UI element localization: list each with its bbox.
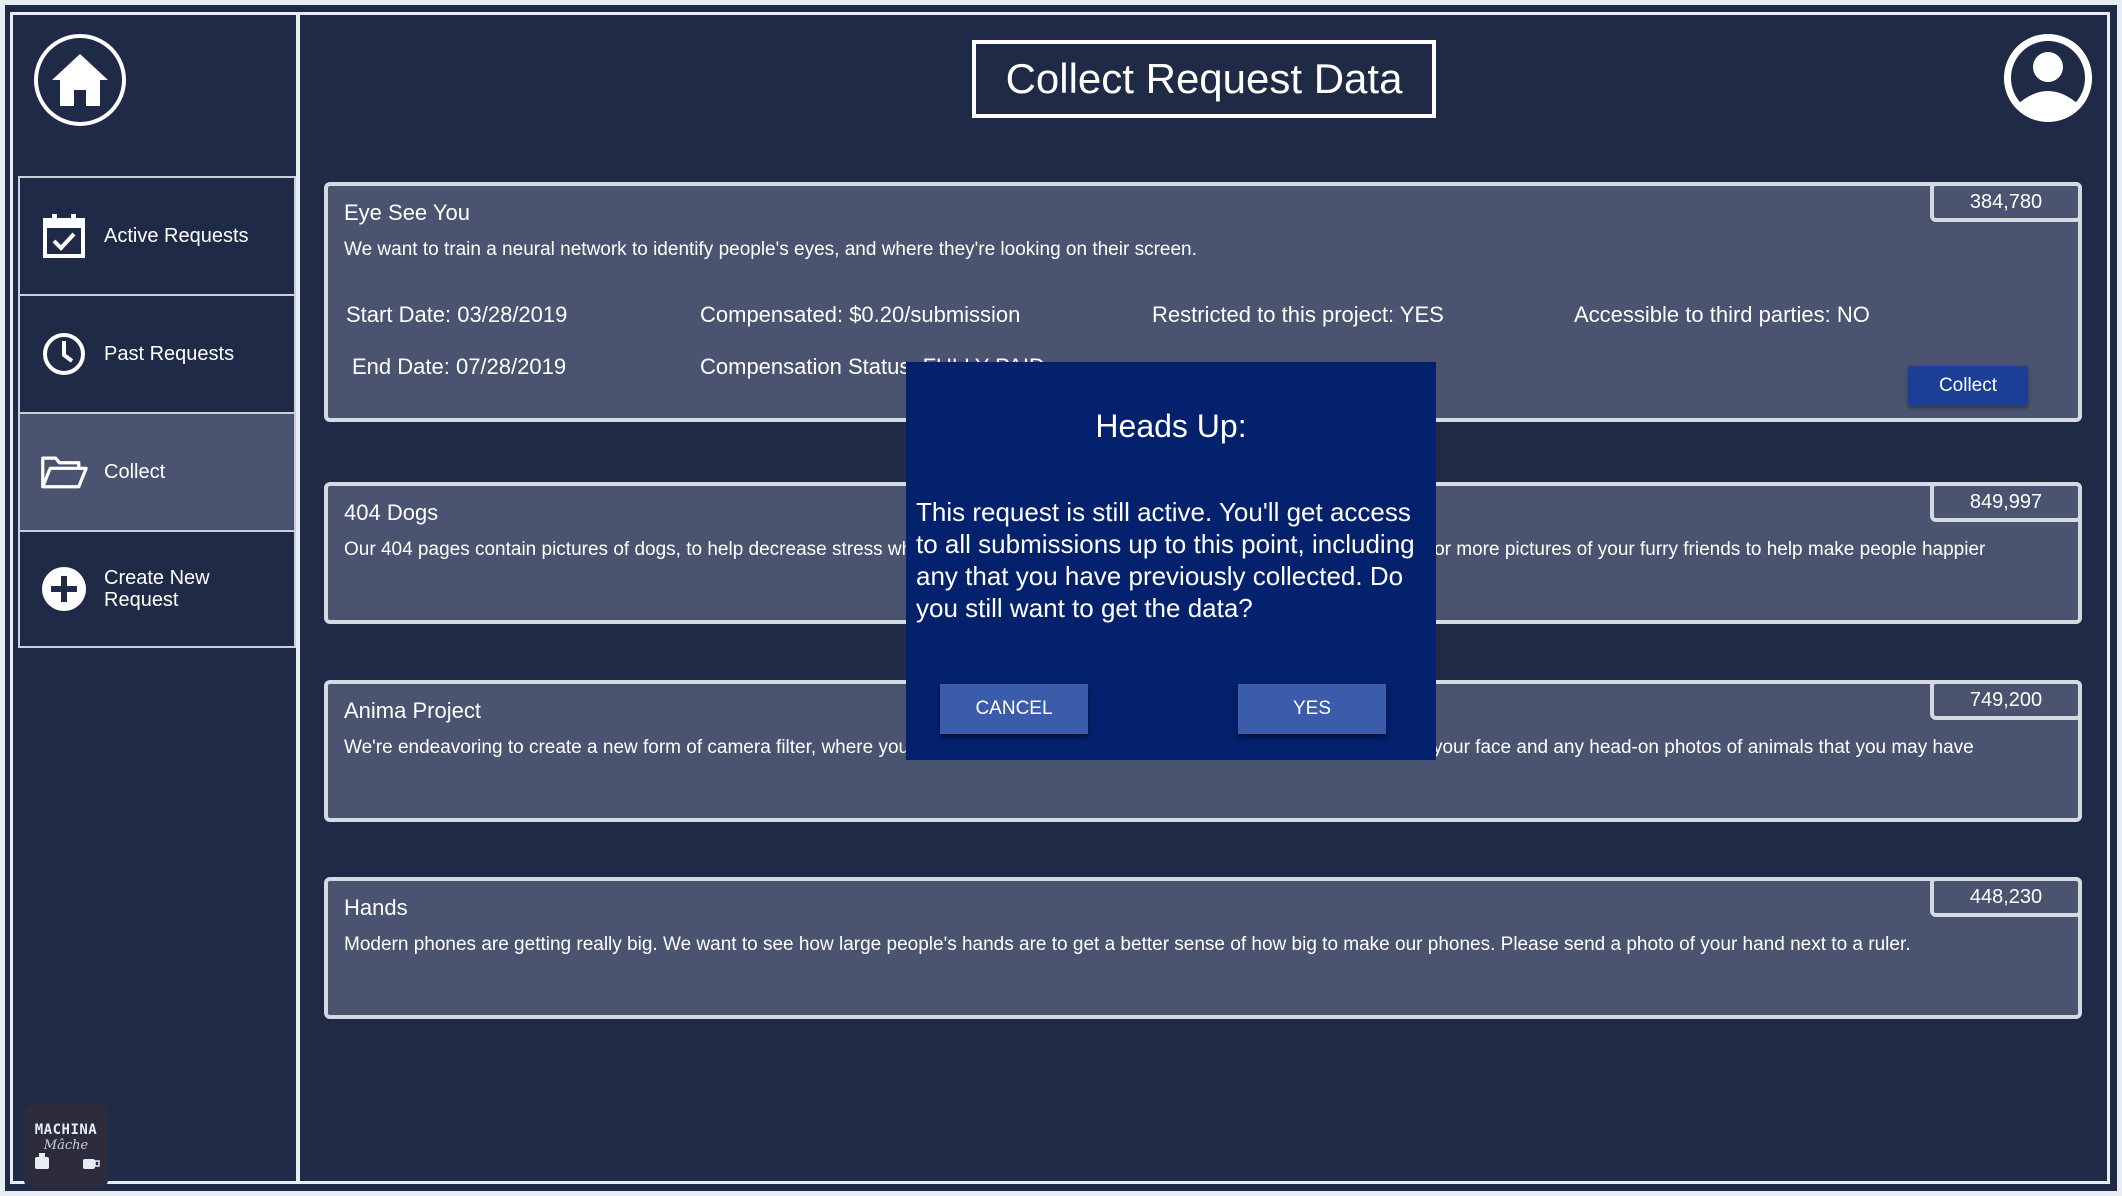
profile-button[interactable] [2004, 34, 2092, 122]
request-card-hands[interactable]: Hands Modern phones are getting really b… [324, 877, 2082, 1019]
dialog-message: This request is still active. You'll get… [916, 497, 1415, 623]
request-title: Hands [344, 895, 408, 920]
folder-open-icon [40, 448, 88, 496]
robot-icon [35, 1152, 100, 1169]
request-title: 404 Dogs [344, 500, 439, 525]
dialog-title: Heads Up: [1095, 408, 1247, 444]
plus-circle-icon [40, 565, 88, 613]
accessible-to-third-parties: Accessible to third parties: NO [1574, 302, 1870, 327]
submission-count-badge: 849,997 [1930, 482, 2082, 522]
compensated: Compensated: $0.20/submission [700, 302, 1021, 327]
sidebar-nav: Active Requests Past Requests Collect Cr… [18, 176, 296, 648]
start-date: Start Date: 03/28/2019 [346, 302, 568, 327]
calendar-check-icon [40, 212, 88, 260]
submission-count-badge: 749,200 [1930, 680, 2082, 720]
submission-count-badge: 384,780 [1930, 182, 2082, 222]
request-title: Anima Project [344, 698, 481, 723]
page-title: Collect Request Data [972, 40, 1436, 118]
sidebar-item-label: Active Requests [104, 225, 249, 247]
sidebar-item-collect[interactable]: Collect [18, 412, 296, 530]
yes-button[interactable]: YES [1238, 684, 1386, 734]
request-description: We want to train a neural network to ide… [344, 239, 1197, 260]
sidebar-item-label: Collect [104, 461, 166, 483]
home-icon [52, 54, 108, 106]
home-button[interactable] [34, 34, 126, 126]
collect-button[interactable]: Collect [1908, 366, 2028, 406]
request-description: Modern phones are getting really big. We… [344, 934, 1911, 955]
sidebar: Active Requests Past Requests Collect Cr… [14, 14, 300, 1188]
machina-mache-logo: MACHINA Mâche [24, 1104, 108, 1188]
heads-up-dialog: Heads Up: This request is still active. … [906, 362, 1436, 760]
clock-icon [40, 330, 88, 378]
cancel-button[interactable]: CANCEL [940, 684, 1088, 734]
sidebar-item-label: Create New Request [104, 567, 210, 611]
request-title: Eye See You [344, 200, 471, 225]
sidebar-item-label: Past Requests [104, 343, 235, 365]
user-avatar-icon [2004, 34, 2092, 122]
restricted-to-project: Restricted to this project: YES [1152, 302, 1444, 327]
sidebar-item-create-new-request[interactable]: Create New Request [18, 530, 296, 648]
sidebar-item-active-requests[interactable]: Active Requests [18, 176, 296, 294]
end-date: End Date: 07/28/2019 [352, 354, 567, 379]
submission-count-badge: 448,230 [1930, 877, 2082, 917]
sidebar-item-past-requests[interactable]: Past Requests [18, 294, 296, 412]
